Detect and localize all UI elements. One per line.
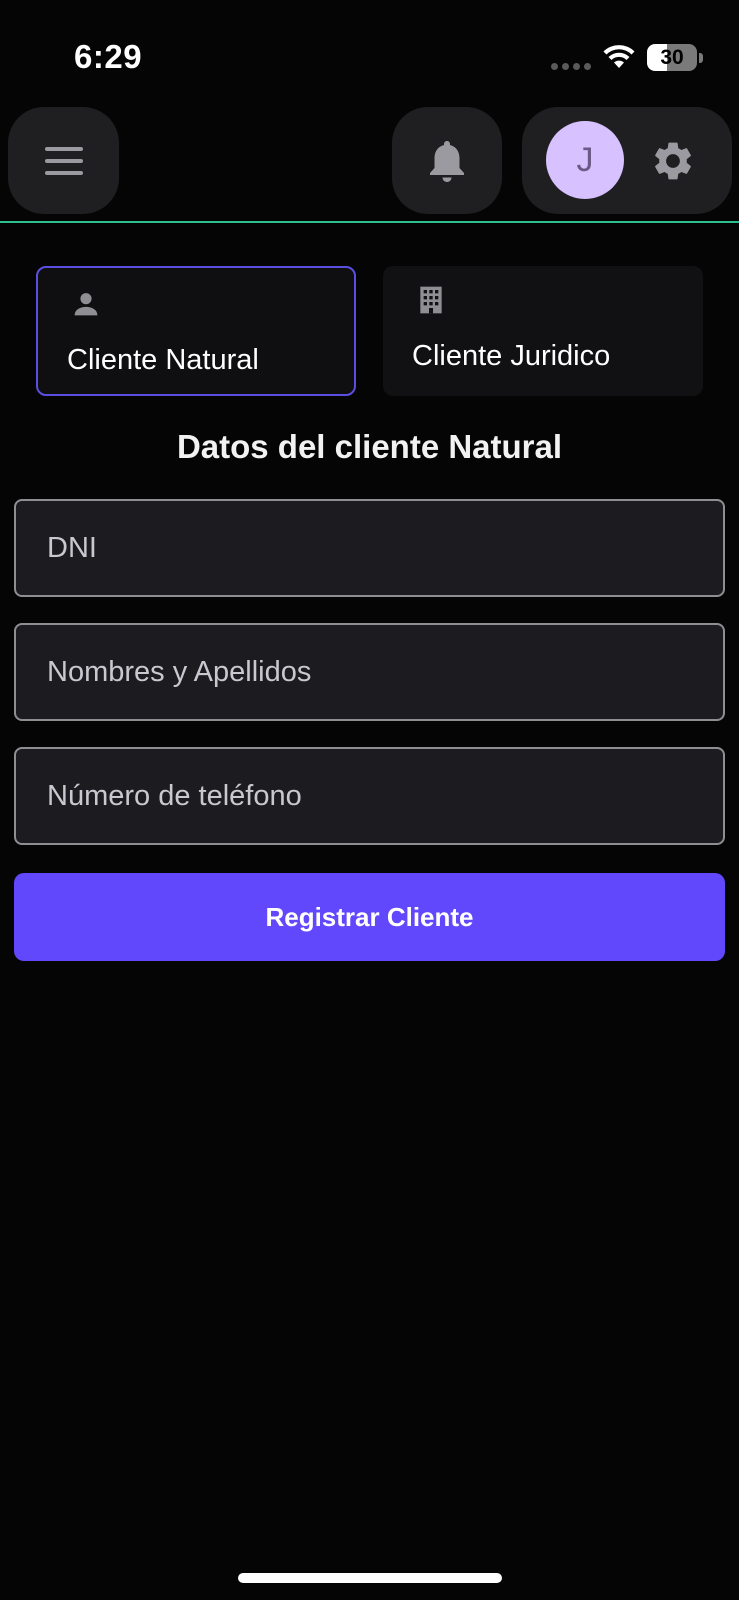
dni-field-container [14, 499, 725, 597]
home-indicator[interactable] [238, 1573, 502, 1583]
dni-input[interactable] [16, 501, 723, 595]
client-type-juridico-card[interactable]: Cliente Juridico [383, 266, 703, 396]
cellular-signal-icon [551, 63, 591, 70]
battery-cap [699, 53, 703, 63]
app-screen: 6:29 30 J Cliente Natural Cliente Juridi… [0, 0, 739, 1600]
notifications-button[interactable] [392, 107, 502, 214]
menu-button[interactable] [8, 107, 119, 214]
bell-icon [430, 140, 464, 182]
full-name-input[interactable] [16, 625, 723, 719]
name-field-container [14, 623, 725, 721]
building-icon [420, 286, 442, 314]
phone-input[interactable] [16, 749, 723, 843]
client-type-natural-card[interactable]: Cliente Natural [36, 266, 356, 396]
battery-icon: 30 [647, 44, 697, 71]
phone-field-container [14, 747, 725, 845]
form-title: Datos del cliente Natural [176, 428, 563, 465]
wifi-icon [603, 45, 635, 68]
status-bar: 6:29 30 [0, 0, 739, 100]
client-type-juridico-label: Cliente Juridico [412, 340, 611, 372]
header-divider [0, 221, 739, 223]
register-client-button[interactable]: Registrar Cliente [14, 873, 725, 961]
battery-level: 30 [660, 45, 684, 69]
status-time: 6:29 [74, 38, 143, 75]
person-icon [74, 293, 98, 316]
client-type-natural-label: Cliente Natural [67, 344, 259, 376]
avatar[interactable]: J [546, 121, 624, 199]
gear-icon[interactable] [650, 138, 696, 184]
hamburger-menu-icon [44, 146, 83, 175]
